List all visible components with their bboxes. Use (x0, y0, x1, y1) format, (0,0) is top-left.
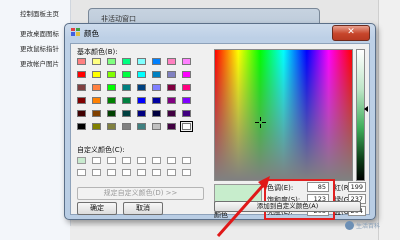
basic-color-swatch[interactable] (137, 123, 146, 130)
custom-colors-label: 自定义颜色(C): (77, 146, 125, 154)
basic-color-swatch[interactable] (107, 123, 116, 130)
basic-color-swatch[interactable] (122, 84, 131, 91)
custom-color-swatch[interactable] (137, 157, 146, 164)
sidebar-link-account-picture[interactable]: 更改帐户图片 (20, 58, 59, 68)
basic-color-swatch[interactable] (92, 123, 101, 130)
custom-color-swatch[interactable] (122, 169, 131, 176)
custom-color-swatch[interactable] (167, 157, 176, 164)
sidebar-link-mouse-pointer[interactable]: 更改鼠标指针 (20, 43, 59, 53)
hsl-highlight-box (264, 179, 335, 220)
basic-color-swatch[interactable] (122, 58, 131, 65)
basic-color-swatch[interactable] (167, 58, 176, 65)
close-button[interactable]: ✕ (332, 25, 370, 41)
basic-color-swatch[interactable] (152, 84, 161, 91)
basic-color-swatch[interactable] (77, 71, 86, 78)
custom-color-swatch[interactable] (167, 169, 176, 176)
basic-color-swatch[interactable] (152, 123, 161, 130)
custom-color-swatch[interactable] (152, 157, 161, 164)
basic-color-swatch[interactable] (137, 84, 146, 91)
basic-color-swatch[interactable] (137, 71, 146, 78)
watermark-text: 生活百科 (356, 223, 381, 230)
custom-color-swatch[interactable] (182, 157, 191, 164)
basic-color-swatch[interactable] (182, 110, 191, 117)
custom-color-swatch[interactable] (152, 169, 161, 176)
define-custom-colors-button[interactable]: 规定自定义颜色(D) >> (77, 187, 204, 200)
basic-color-swatch[interactable] (137, 97, 146, 104)
sidebar-link-home[interactable]: 控制面板主页 (20, 8, 59, 18)
custom-color-swatch[interactable] (107, 157, 116, 164)
basic-color-swatch[interactable] (122, 97, 131, 104)
basic-color-swatch[interactable] (77, 84, 86, 91)
basic-color-swatch[interactable] (152, 110, 161, 117)
basic-color-swatch[interactable] (92, 110, 101, 117)
basic-color-swatch[interactable] (77, 123, 86, 130)
custom-color-swatch[interactable] (77, 157, 86, 164)
basic-color-swatch[interactable] (182, 84, 191, 91)
basic-color-swatch[interactable] (92, 71, 101, 78)
basic-color-swatch[interactable] (92, 97, 101, 104)
luminance-slider[interactable] (356, 49, 365, 181)
basic-color-swatch[interactable] (137, 110, 146, 117)
basic-color-swatch[interactable] (92, 84, 101, 91)
color-spectrum[interactable] (214, 49, 353, 181)
background-bottom-bar (70, 226, 378, 240)
basic-color-swatch[interactable] (122, 123, 131, 130)
background-scroll-area (378, 0, 400, 240)
basic-color-swatch[interactable] (77, 110, 86, 117)
basic-color-swatch[interactable] (122, 71, 131, 78)
red-input[interactable]: 199 (348, 182, 366, 192)
basic-color-swatch[interactable] (77, 97, 86, 104)
basic-color-swatch[interactable] (107, 71, 116, 78)
basic-color-swatch[interactable] (137, 58, 146, 65)
basic-color-swatch[interactable] (167, 71, 176, 78)
dialog-title: 颜色 (84, 29, 99, 38)
basic-color-swatch[interactable] (182, 58, 191, 65)
add-to-custom-colors-button[interactable]: 添加到自定义颜色(A) (214, 201, 361, 212)
basic-color-swatch[interactable] (107, 84, 116, 91)
basic-color-swatch[interactable] (180, 121, 193, 132)
basic-color-swatch[interactable] (182, 97, 191, 104)
watermark-logo-icon (345, 221, 354, 230)
basic-color-swatch[interactable] (107, 58, 116, 65)
custom-color-swatch[interactable] (107, 169, 116, 176)
basic-color-swatch[interactable] (107, 97, 116, 104)
close-icon: ✕ (347, 27, 355, 37)
basic-color-swatch[interactable] (182, 71, 191, 78)
custom-color-swatch[interactable] (122, 157, 131, 164)
ok-button[interactable]: 确定 (77, 202, 117, 215)
crosshair-icon (255, 117, 266, 128)
basic-color-swatch[interactable] (152, 58, 161, 65)
custom-color-swatch[interactable] (77, 169, 86, 176)
custom-color-swatch[interactable] (182, 169, 191, 176)
basic-colors-label: 基本颜色(B): (77, 48, 118, 56)
dialog-client-area: 基本颜色(B): 自定义颜色(C): 规定自定义颜色(D) >> 确定 取消 颜… (70, 43, 370, 220)
custom-color-swatch[interactable] (137, 169, 146, 176)
basic-color-swatch[interactable] (92, 58, 101, 65)
control-panel-sidebar: 控制面板主页 更改桌面图标 更改鼠标指针 更改帐户图片 (0, 0, 71, 240)
basic-color-swatch[interactable] (122, 110, 131, 117)
custom-color-swatch[interactable] (92, 169, 101, 176)
basic-color-swatch[interactable] (167, 110, 176, 117)
cancel-button[interactable]: 取消 (123, 202, 163, 215)
basic-color-swatch[interactable] (77, 58, 86, 65)
luminance-arrow-icon[interactable] (364, 106, 368, 112)
basic-color-swatch[interactable] (152, 71, 161, 78)
basic-color-swatch[interactable] (107, 110, 116, 117)
basic-color-swatch[interactable] (167, 97, 176, 104)
basic-color-swatch[interactable] (167, 84, 176, 91)
basic-color-swatch[interactable] (167, 123, 176, 130)
color-dialog: 颜色 ✕ 基本颜色(B): 自定义颜色(C): 规定自定义颜色(D) >> 确定… (64, 23, 376, 220)
palette-icon (71, 28, 80, 36)
sidebar-link-desktop-icons[interactable]: 更改桌面图标 (20, 28, 59, 38)
basic-color-swatch[interactable] (152, 97, 161, 104)
custom-color-swatch[interactable] (92, 157, 101, 164)
